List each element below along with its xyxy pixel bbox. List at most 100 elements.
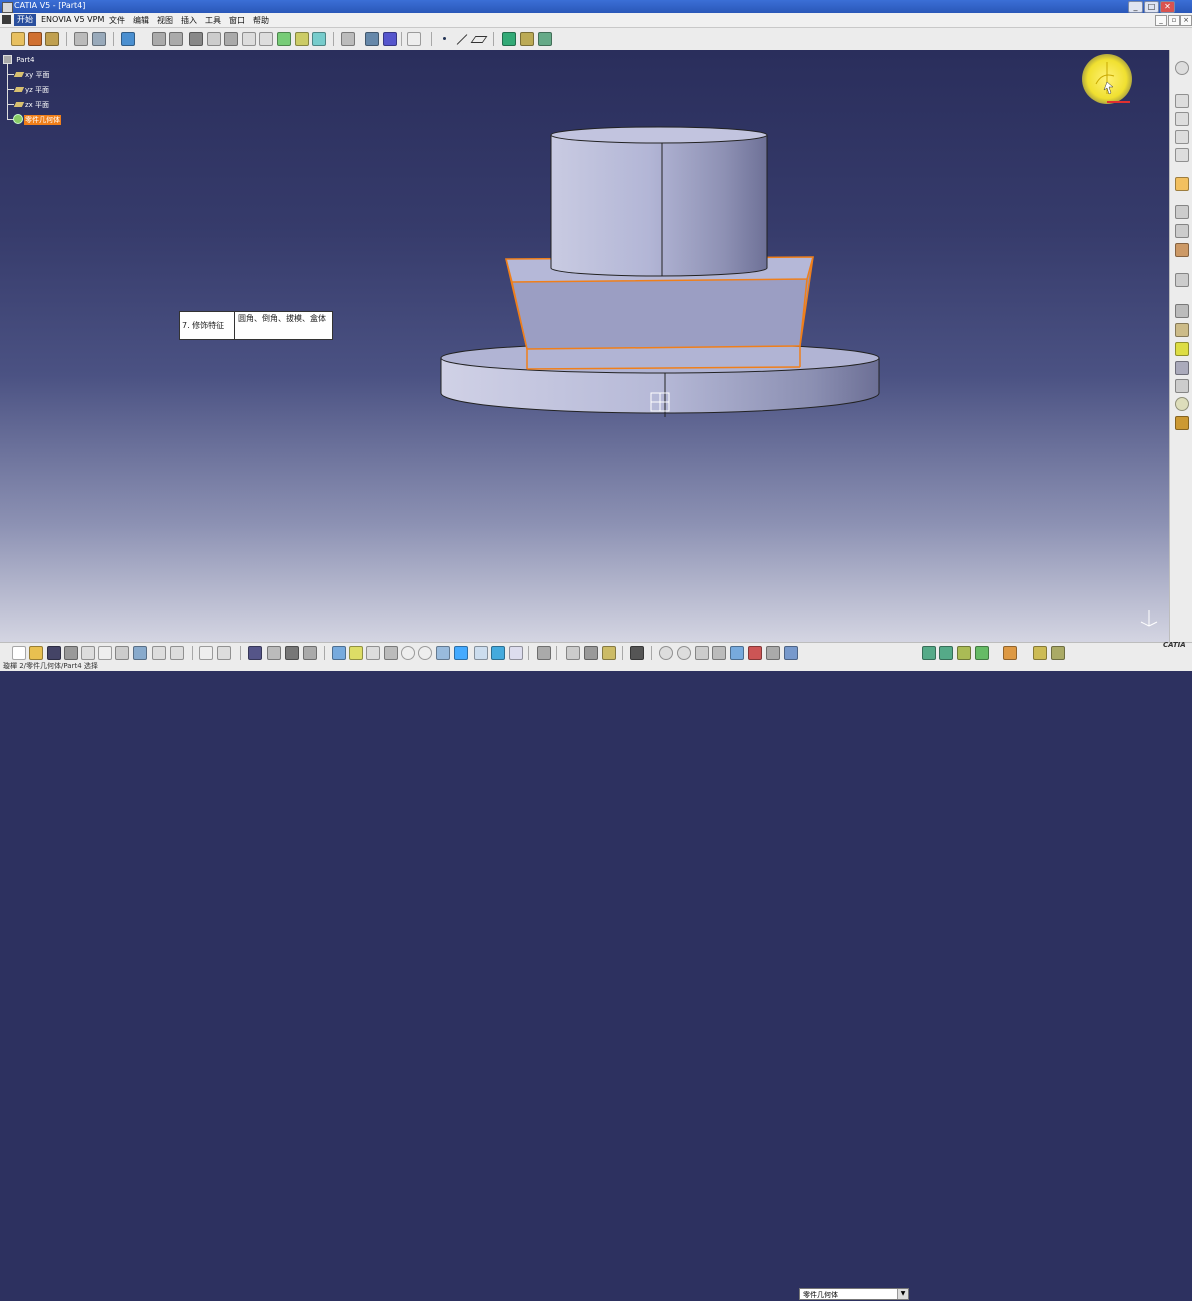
measure-icon[interactable] [407,32,421,46]
comment-icon[interactable] [217,646,231,660]
boolean-icon[interactable] [277,32,291,46]
print-icon[interactable] [64,646,78,660]
constraint-icon[interactable] [1175,205,1189,219]
select-icon[interactable] [1175,177,1189,191]
grid-icon[interactable] [383,32,397,46]
top-cylinder[interactable] [551,135,767,276]
pan-icon[interactable] [366,646,380,660]
dress-up-icon[interactable] [1175,243,1189,257]
publication-icon[interactable] [975,646,989,660]
knowledge-icon[interactable] [502,32,516,46]
axis-system-icon[interactable] [695,646,709,660]
view-side-icon[interactable] [1175,148,1189,162]
shell-icon[interactable] [1175,361,1189,375]
fit-all-icon[interactable] [349,646,363,660]
compass-icon[interactable] [1082,54,1132,104]
close-button[interactable]: ✕ [1160,1,1175,13]
fillet-icon[interactable] [1175,304,1189,318]
mdi-restore-icon[interactable]: ▫ [1168,15,1180,26]
remove-loft-icon[interactable] [242,32,256,46]
rib-icon[interactable] [169,32,183,46]
fly-icon[interactable] [332,646,346,660]
hole-icon[interactable] [152,32,166,46]
tree-item-part-body[interactable]: 零件几何体 [24,115,61,125]
3d-viewport[interactable] [0,50,1169,642]
compass-tool-icon[interactable] [1175,61,1189,75]
menu-file[interactable]: 文件 [109,15,125,26]
paste-icon[interactable] [115,646,129,660]
zoom-out-icon[interactable] [418,646,432,660]
redo-icon[interactable] [152,646,166,660]
menu-window[interactable]: 窗口 [229,15,245,26]
apply-material-icon[interactable] [584,646,598,660]
sketch-icon[interactable] [28,32,42,46]
publish-icon[interactable] [538,32,552,46]
sketch-tool-icon[interactable] [566,646,580,660]
catalog-icon[interactable] [520,32,534,46]
catia-app-icon[interactable] [2,2,13,13]
save-catalog-icon[interactable] [1051,646,1065,660]
sketcher-icon[interactable] [1175,224,1189,238]
catalog-browser-icon[interactable] [922,646,936,660]
mdi-minimize-icon[interactable]: _ [1155,15,1167,26]
views-icon[interactable] [454,646,468,660]
view-front-icon[interactable] [1175,112,1189,126]
menu-view[interactable]: 视图 [157,15,173,26]
compass-reset-icon[interactable] [712,646,726,660]
constraint-tb-icon[interactable] [341,32,355,46]
plane-icon[interactable] [470,32,488,46]
view-top-icon[interactable] [1175,130,1189,144]
render-style-icon[interactable] [474,646,488,660]
stiffener-icon[interactable] [207,32,221,46]
work-object-icon[interactable] [766,646,780,660]
tree-expand-icon[interactable] [267,646,281,660]
multi-view-icon[interactable] [537,646,551,660]
loft-icon[interactable] [224,32,238,46]
thread-icon[interactable] [1175,397,1189,411]
formula-icon[interactable] [199,646,213,660]
tree-item-xy-plane[interactable]: xy 平面 [25,70,50,80]
zoom-in-icon[interactable] [401,646,415,660]
define-work-object-icon[interactable] [748,646,762,660]
help-icon[interactable] [170,646,184,660]
workbench-icon[interactable] [11,32,25,46]
minimize-button[interactable]: _ [1128,1,1143,13]
cut-icon[interactable] [81,646,95,660]
tree-item-zx-plane[interactable]: zx 平面 [25,100,49,110]
menu-tools[interactable]: 工具 [205,15,221,26]
update-icon[interactable] [659,646,673,660]
tree-root[interactable]: Part4 [3,55,35,64]
stop-icon[interactable] [677,646,691,660]
table-icon[interactable] [248,646,262,660]
instantiate-icon[interactable] [957,646,971,660]
copy-icon[interactable] [98,646,112,660]
pad-icon[interactable] [45,32,59,46]
new-icon[interactable] [12,646,26,660]
menu-insert[interactable]: 插入 [181,15,197,26]
reorder-icon[interactable] [285,646,299,660]
chevron-down-icon[interactable]: ▼ [897,1289,908,1299]
hide-show-icon[interactable] [491,646,505,660]
normal-view-icon[interactable] [436,646,450,660]
body-selector-combo[interactable]: 零件几何体 ▼ [799,1288,909,1300]
solid-icon[interactable] [1003,646,1017,660]
body-icon[interactable] [1175,416,1189,430]
thickness-icon[interactable] [1175,379,1189,393]
power-copy-icon[interactable] [1033,646,1047,660]
undo-icon[interactable] [133,646,147,660]
tree-item-yz-plane[interactable]: yz 平面 [25,85,49,95]
top-cylinder-face[interactable] [550,126,768,144]
shell-tb-icon[interactable] [259,32,273,46]
menu-help[interactable]: 帮助 [253,15,269,26]
pocket-icon[interactable] [74,32,88,46]
draft-icon[interactable] [1175,342,1189,356]
open-icon[interactable] [29,646,43,660]
pattern-icon[interactable] [312,32,326,46]
menu-edit[interactable]: 编辑 [133,15,149,26]
view-icon[interactable] [1175,94,1189,108]
mdi-close-icon[interactable]: × [1180,15,1192,26]
part-model[interactable] [0,50,1169,642]
sketch-analysis-icon[interactable] [1175,273,1189,287]
rotate-icon[interactable] [384,646,398,660]
groove-icon[interactable] [121,32,135,46]
